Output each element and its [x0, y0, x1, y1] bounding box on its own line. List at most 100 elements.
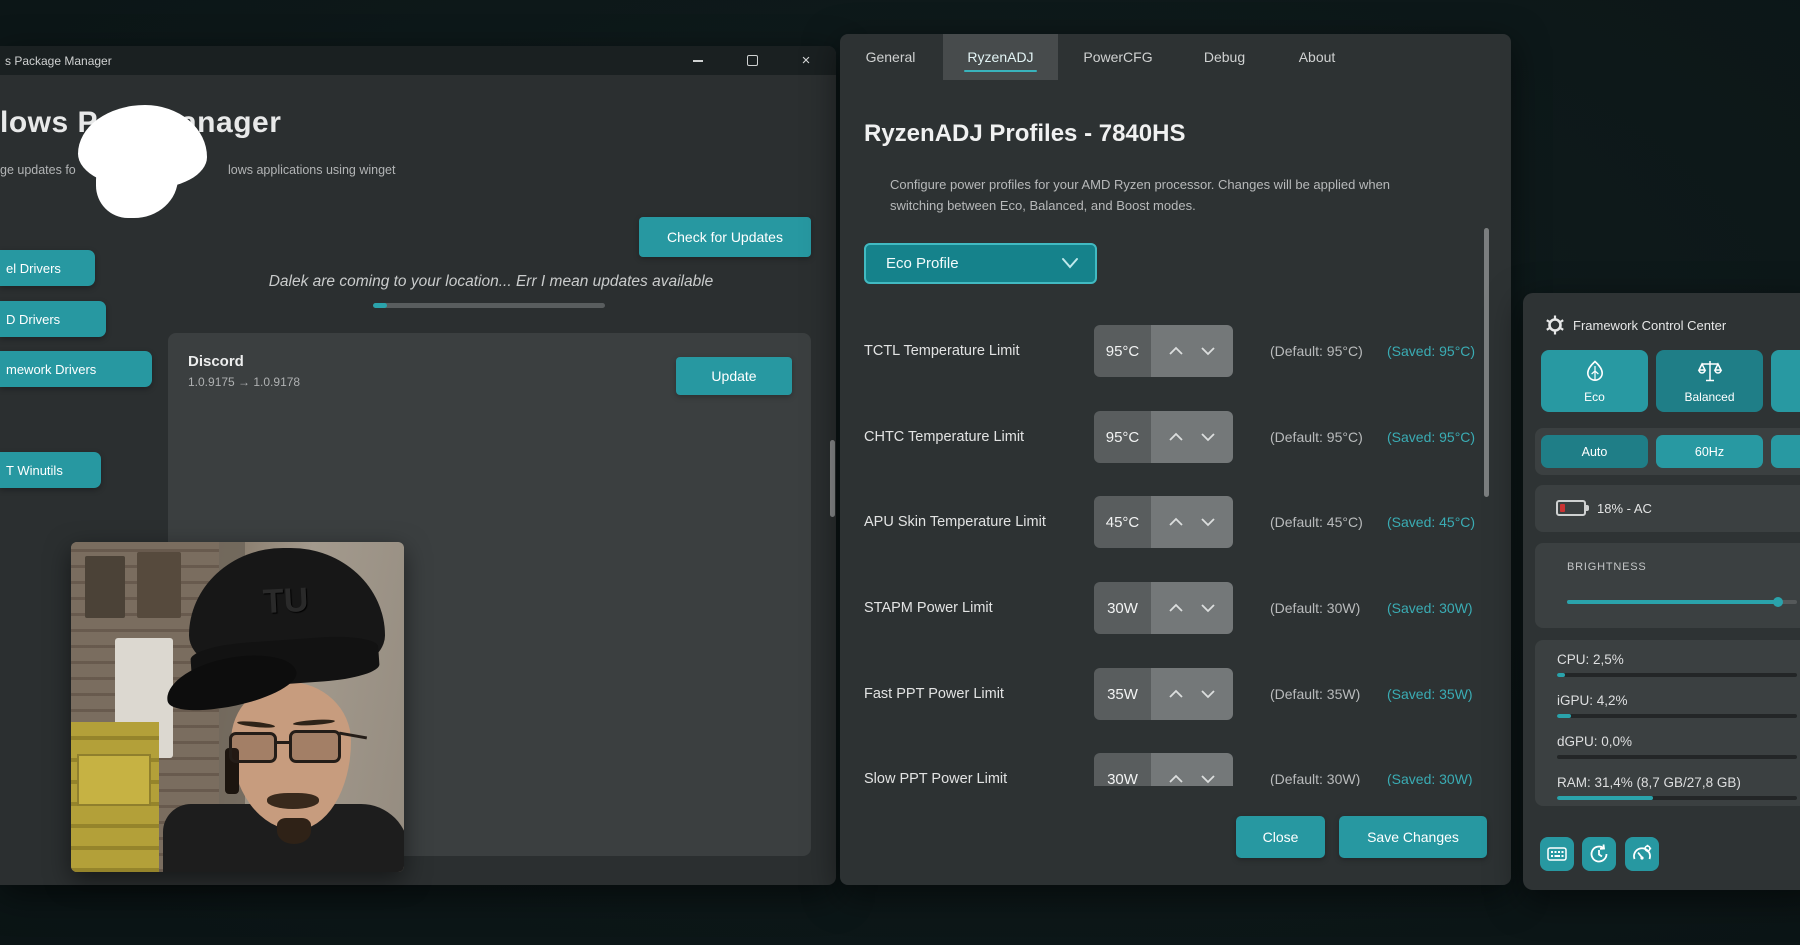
- scales-icon: [1697, 359, 1723, 386]
- left-window-scrollbar-thumb[interactable]: [830, 440, 835, 517]
- desktop: s Package Manager × lows P anager ge upd…: [0, 0, 1800, 945]
- sidebar-item-framework-drivers[interactable]: mework Drivers: [0, 351, 152, 387]
- sidebar-item-amd-drivers[interactable]: D Drivers: [0, 301, 106, 337]
- setting-spinner: 45°C: [1094, 496, 1233, 548]
- setting-value: 95°C: [1094, 411, 1151, 463]
- decrement-button[interactable]: [1200, 689, 1216, 699]
- save-changes-button[interactable]: Save Changes: [1339, 816, 1487, 858]
- update-button[interactable]: Update: [676, 357, 792, 395]
- setting-label: TCTL Temperature Limit: [864, 325, 1020, 377]
- chevron-down-icon: [1061, 256, 1079, 275]
- increment-button[interactable]: [1168, 774, 1184, 784]
- battery-icon: [1556, 500, 1586, 516]
- brightness-slider[interactable]: [1567, 600, 1797, 604]
- tab-powercfg[interactable]: PowerCFG: [1080, 34, 1156, 80]
- setting-default: (Default: 35W): [1270, 668, 1360, 720]
- decrement-button[interactable]: [1200, 517, 1216, 527]
- cpu-usage-bar: [1557, 673, 1797, 677]
- setting-value: 95°C: [1094, 325, 1151, 377]
- igpu-usage-bar: [1557, 714, 1797, 718]
- refresh-button-partial[interactable]: [1771, 435, 1800, 468]
- person-goatee: [277, 818, 311, 844]
- setting-saved: (Saved: 45°C): [1387, 496, 1475, 548]
- history-button[interactable]: [1582, 837, 1616, 871]
- glasses-lens: [229, 732, 277, 763]
- ram-usage-label: RAM: 31,4% (8,7 GB/27,8 GB): [1557, 775, 1741, 790]
- tab-debug[interactable]: Debug: [1201, 34, 1248, 80]
- setting-default: (Default: 30W): [1270, 753, 1360, 786]
- tab-ryzenadj[interactable]: RyzenADJ: [943, 34, 1058, 80]
- mode-button-balanced[interactable]: Balanced: [1656, 350, 1763, 412]
- setting-spinner: 35W: [1094, 668, 1233, 720]
- setting-spinner: 30W: [1094, 753, 1233, 786]
- glasses-lens: [289, 730, 341, 763]
- decrement-button[interactable]: [1200, 774, 1216, 784]
- battery-status-text: 18% - AC: [1597, 485, 1652, 532]
- mode-button-eco[interactable]: Eco: [1541, 350, 1648, 412]
- package-name: Discord: [188, 353, 244, 370]
- brightness-label: BRIGHTNESS: [1567, 561, 1647, 573]
- setting-value: 35W: [1094, 668, 1151, 720]
- minimize-icon: [693, 60, 703, 62]
- ram-usage-fill: [1557, 796, 1653, 800]
- minimize-button[interactable]: [677, 47, 719, 74]
- webcam-background-window: [137, 552, 181, 618]
- setting-row: Slow PPT Power Limit 30W (Default: 30W) …: [840, 753, 1490, 786]
- decrement-button[interactable]: [1200, 346, 1216, 356]
- update-status-text: Dalek are coming to your location... Err…: [264, 273, 718, 291]
- maximize-button[interactable]: [731, 47, 773, 74]
- spinner-buttons: [1151, 582, 1233, 634]
- brightness-slider-fill: [1567, 600, 1777, 604]
- leaf-icon: [1583, 359, 1607, 386]
- refresh-button-auto[interactable]: Auto: [1541, 435, 1648, 468]
- decrement-button[interactable]: [1200, 603, 1216, 613]
- page-subtitle-fragment-left: ge updates fo: [0, 163, 76, 177]
- setting-spinner: 30W: [1094, 582, 1233, 634]
- refresh-rate-card: Auto 60Hz: [1535, 428, 1800, 475]
- settings-scroll-area: TCTL Temperature Limit 95°C (Default: 95…: [840, 300, 1490, 786]
- decrement-button[interactable]: [1200, 432, 1216, 442]
- setting-default: (Default: 30W): [1270, 582, 1360, 634]
- increment-button[interactable]: [1168, 689, 1184, 699]
- check-for-updates-button[interactable]: Check for Updates: [639, 217, 811, 257]
- mode-button-partial[interactable]: [1771, 350, 1800, 412]
- brightness-slider-handle[interactable]: [1773, 597, 1783, 607]
- setting-saved: (Saved: 30W): [1387, 753, 1473, 786]
- keyboard-settings-button[interactable]: [1540, 837, 1574, 871]
- setting-saved: (Saved: 95°C): [1387, 411, 1475, 463]
- refresh-button-60hz[interactable]: 60Hz: [1656, 435, 1763, 468]
- system-stats-card: CPU: 2,5% iGPU: 4,2% dGPU: 0,0% RAM: 31,…: [1535, 640, 1800, 806]
- keyboard-icon: [1546, 843, 1568, 865]
- webcam-background-crate: [77, 754, 151, 806]
- tab-general[interactable]: General: [863, 34, 918, 80]
- increment-button[interactable]: [1168, 346, 1184, 356]
- setting-label: Fast PPT Power Limit: [864, 668, 1004, 720]
- sidebar-item-ctt-winutils[interactable]: T Winutils: [0, 452, 101, 488]
- setting-label: CHTC Temperature Limit: [864, 411, 1024, 463]
- sidebar-item-intel-drivers[interactable]: el Drivers: [0, 250, 95, 286]
- increment-button[interactable]: [1168, 517, 1184, 527]
- webcam-background-window: [85, 556, 125, 618]
- increment-button[interactable]: [1168, 603, 1184, 613]
- setting-saved: (Saved: 35W): [1387, 668, 1473, 720]
- spinner-buttons: [1151, 325, 1233, 377]
- dgpu-usage-bar: [1557, 755, 1797, 759]
- setting-value: 45°C: [1094, 496, 1151, 548]
- increment-button[interactable]: [1168, 432, 1184, 442]
- close-button[interactable]: ×: [785, 47, 827, 74]
- tab-about[interactable]: About: [1298, 34, 1336, 80]
- update-progress-fill: [373, 303, 387, 308]
- performance-tuning-button[interactable]: [1625, 837, 1659, 871]
- spinner-buttons: [1151, 668, 1233, 720]
- section-description-line2: switching between Eco, Balanced, and Boo…: [890, 195, 1410, 216]
- spinner-buttons: [1151, 753, 1233, 786]
- profile-dropdown[interactable]: Eco Profile: [864, 243, 1097, 284]
- framework-logo-icon: [1545, 315, 1565, 340]
- section-title: RyzenADJ Profiles - 7840HS: [864, 120, 1185, 148]
- igpu-usage-fill: [1557, 714, 1571, 718]
- setting-default: (Default: 95°C): [1270, 411, 1363, 463]
- setting-label: Slow PPT Power Limit: [864, 753, 1007, 786]
- ryzenadj-scrollbar-thumb[interactable]: [1484, 228, 1489, 497]
- close-dialog-button[interactable]: Close: [1236, 816, 1325, 858]
- setting-row: STAPM Power Limit 30W (Default: 30W) (Sa…: [840, 582, 1490, 634]
